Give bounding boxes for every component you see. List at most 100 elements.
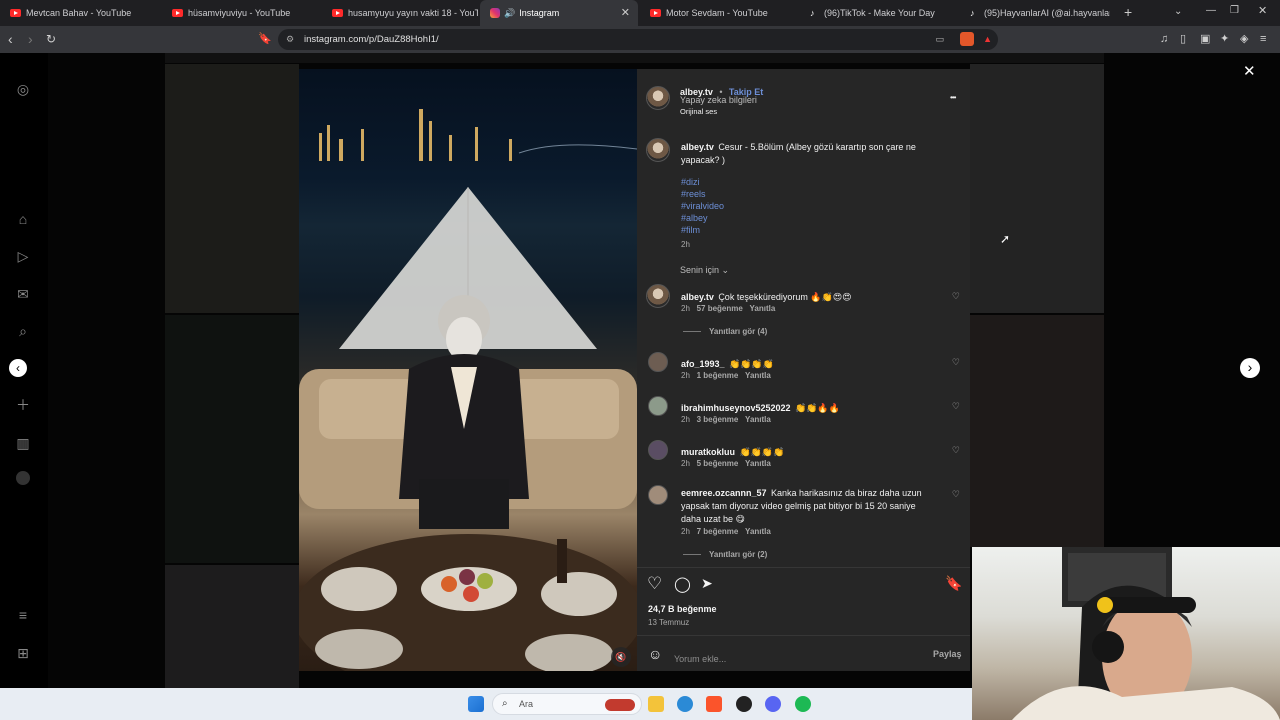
start-icon[interactable] <box>468 696 484 712</box>
caption-avatar[interactable] <box>646 138 670 162</box>
brave-shield-icon[interactable] <box>960 32 974 46</box>
reply-button[interactable]: Yanıtla <box>745 371 771 380</box>
brave-rewards-icon[interactable]: ▲ <box>983 29 992 50</box>
commenter-username[interactable]: eemree.ozcannn_57 <box>681 488 767 498</box>
file-explorer-icon[interactable] <box>648 696 664 712</box>
messages-icon[interactable]: ✉ <box>14 285 32 303</box>
more-menu-icon[interactable]: ≡ <box>14 606 32 624</box>
tab-husamviyuviyu[interactable]: hüsamviyuviyu - YouTube <box>162 0 320 26</box>
app-icon[interactable] <box>736 696 752 712</box>
wallet-icon[interactable]: ▣ <box>1200 31 1210 47</box>
new-tab-button[interactable]: + <box>1124 4 1132 20</box>
commenter-username[interactable]: muratkokluu <box>681 447 735 457</box>
tab-husamyuyu[interactable]: husamyuyu yayın vakti 18 - YouTube <box>322 0 478 26</box>
mute-toggle-icon[interactable]: 🔇 <box>611 647 631 667</box>
url-field[interactable]: ⚙ instagram.com/p/DauZ88HohI1/ ▭ ▲ <box>278 29 998 50</box>
instagram-logo-icon[interactable]: ◎ <box>14 80 32 98</box>
dashboard-icon[interactable]: ▥ <box>14 434 32 452</box>
sidebar-icon[interactable]: ▯ <box>1180 31 1186 47</box>
maximize-icon[interactable]: ❐ <box>1230 5 1239 16</box>
minimize-icon[interactable]: — <box>1206 5 1216 16</box>
reply-button[interactable]: Yanıtla <box>750 304 776 313</box>
commenter-avatar[interactable] <box>648 440 668 460</box>
hashtag[interactable]: #viralvideo <box>681 200 724 212</box>
like-icon[interactable]: ♡ <box>647 574 662 594</box>
author-avatar[interactable] <box>646 86 670 110</box>
tiktok-icon: ♪ <box>810 8 815 18</box>
close-modal-icon[interactable]: ✕ <box>1243 62 1256 80</box>
commenter-username[interactable]: ibrahimhuseynov5252022 <box>681 403 791 413</box>
post-comment-button[interactable]: Paylaş <box>933 649 962 659</box>
close-tab-icon[interactable]: ✕ <box>621 6 630 19</box>
comment-likes[interactable]: 5 beğenme <box>697 459 739 468</box>
hashtag[interactable]: #dizi <box>681 176 724 188</box>
like-comment-icon[interactable]: ♡ <box>952 489 960 500</box>
tab-tiktok[interactable]: ♪ (96)TikTok - Make Your Day <box>800 0 958 26</box>
tab-motor-sevdam[interactable]: Motor Sevdam - YouTube <box>640 0 798 26</box>
post-video[interactable]: 🔇 <box>299 69 637 671</box>
comment-likes[interactable]: 1 beğenme <box>697 371 739 380</box>
hashtag[interactable]: #albey <box>681 212 724 224</box>
cast-icon[interactable]: ▭ <box>935 29 944 50</box>
commenter-avatar[interactable] <box>648 352 668 372</box>
forward-icon[interactable]: › <box>28 31 33 47</box>
create-icon[interactable]: ＋ <box>14 396 32 414</box>
tab-mevtcan[interactable]: Mevtcan Bahav - YouTube <box>0 0 160 26</box>
commenter-avatar[interactable] <box>648 396 668 416</box>
like-comment-icon[interactable]: ♡ <box>952 401 960 412</box>
previous-post-button[interactable]: ‹ <box>9 359 27 377</box>
like-comment-icon[interactable]: ♡ <box>952 357 960 368</box>
leo-icon[interactable]: ✦ <box>1220 31 1229 47</box>
home-icon[interactable]: ⌂ <box>14 210 32 228</box>
sort-comments-dropdown[interactable]: Senin için ⌄ <box>680 265 729 276</box>
apps-icon[interactable]: ⊞ <box>14 644 32 662</box>
next-post-button[interactable]: › <box>1240 358 1260 378</box>
edge-icon[interactable] <box>677 696 693 712</box>
grid-thumbnail <box>165 64 299 313</box>
like-comment-icon[interactable]: ♡ <box>952 445 960 456</box>
tab-list-icon[interactable]: ⌄ <box>1174 6 1182 17</box>
back-icon[interactable]: ‹ <box>8 31 13 47</box>
share-icon[interactable]: ➤ <box>701 575 713 592</box>
comment-likes[interactable]: 3 beğenme <box>697 415 739 424</box>
site-info-icon[interactable]: ⚙ <box>286 29 294 50</box>
reels-icon[interactable]: ▷ <box>14 247 32 265</box>
reload-icon[interactable]: ↻ <box>46 31 56 47</box>
spotify-icon[interactable] <box>795 696 811 712</box>
vpn-icon[interactable]: ◈ <box>1240 31 1248 47</box>
emoji-picker-icon[interactable]: ☺ <box>648 646 662 662</box>
comment-likes[interactable]: 57 beğenme <box>697 304 743 313</box>
taskbar-search[interactable]: ⌕ Ara <box>492 693 642 715</box>
reply-button[interactable]: Yanıtla <box>745 415 771 424</box>
caption-username[interactable]: albey.tv <box>681 142 714 152</box>
hashtag[interactable]: #reels <box>681 188 724 200</box>
comment-icon[interactable]: ◯ <box>674 575 691 593</box>
comment-input[interactable]: Yorum ekle... <box>674 649 904 664</box>
search-icon[interactable]: ⌕ <box>14 322 32 340</box>
close-window-icon[interactable]: ✕ <box>1258 4 1267 17</box>
media-icon[interactable]: ♫ <box>1160 31 1168 47</box>
commenter-avatar[interactable] <box>648 485 668 505</box>
profile-avatar[interactable] <box>16 471 30 485</box>
reply-button[interactable]: Yanıtla <box>745 459 771 468</box>
bookmark-icon[interactable]: 🔖 <box>258 31 272 47</box>
tab-instagram[interactable]: 🔊 Instagram ✕ <box>480 0 638 26</box>
commenter-username[interactable]: albey.tv <box>681 292 714 302</box>
discord-icon[interactable] <box>765 696 781 712</box>
like-comment-icon[interactable]: ♡ <box>952 291 960 302</box>
view-replies-button[interactable]: Yanıtları gör (4) <box>683 327 767 336</box>
more-options-icon[interactable]: ••• <box>950 93 956 102</box>
save-icon[interactable]: 🔖 <box>945 575 962 592</box>
hashtag[interactable]: #film <box>681 224 724 236</box>
tab-hayvanlarai[interactable]: ♪(95)HayvanlarAI (@ai.hayvanlar01) | <box>960 0 1110 26</box>
brave-icon[interactable] <box>706 696 722 712</box>
audio-label[interactable]: Orijinal ses <box>680 107 717 116</box>
comment-likes[interactable]: 7 beğenme <box>697 527 739 536</box>
commenter-username[interactable]: afo_1993_ <box>681 359 725 369</box>
commenter-avatar[interactable] <box>646 284 670 308</box>
reply-button[interactable]: Yanıtla <box>745 527 771 536</box>
menu-icon[interactable]: ≡ <box>1260 31 1266 47</box>
view-replies-button[interactable]: Yanıtları gör (2) <box>683 550 767 559</box>
like-count[interactable]: 24,7 B beğenme <box>648 604 717 614</box>
instagram-sidebar: ◎ ⌂ ▷ ✉ ⌕ ‹ ＋ ▥ ≡ ⊞ <box>0 53 48 688</box>
